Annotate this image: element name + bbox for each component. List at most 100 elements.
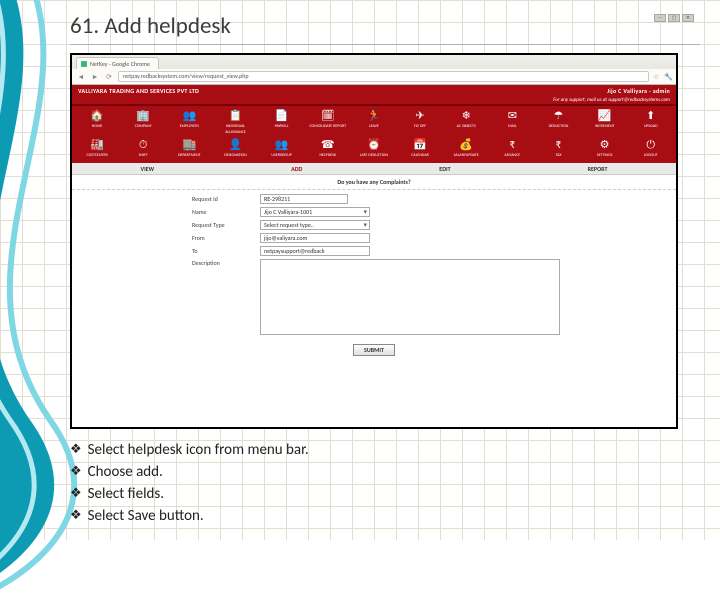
nav-item-individual-allowance[interactable]: 📋INDIVIDUAL ALLOWANCE bbox=[216, 109, 254, 136]
mail-icon: ✉ bbox=[505, 109, 519, 123]
employees-icon: 👥 bbox=[182, 109, 196, 123]
nav-label: UPLOAD bbox=[644, 124, 658, 130]
nav-label: SALARYUPDATE bbox=[454, 153, 479, 159]
submit-button[interactable]: SUBMIT bbox=[353, 344, 395, 356]
forward-icon[interactable]: ► bbox=[90, 71, 100, 81]
label-request-type: Request Type bbox=[192, 221, 248, 229]
url-text: netpay.redbacksystem.com/view/request_vi… bbox=[123, 72, 249, 80]
address-bar[interactable]: netpay.redbacksystem.com/view/request_vi… bbox=[118, 71, 649, 82]
browser-tab-title: NetKey - Google Chrome bbox=[90, 60, 150, 68]
label-from: From bbox=[192, 234, 248, 242]
nav-item-calendar[interactable]: 📅CALENDAR bbox=[401, 138, 439, 159]
nav-item-upload[interactable]: ⬆UPLOAD bbox=[632, 109, 670, 136]
tab-edit[interactable]: EDIT bbox=[409, 165, 480, 173]
costcenter-icon: 🏭 bbox=[90, 138, 104, 152]
nav-label: LEAVE bbox=[369, 124, 379, 130]
nav-item-home[interactable]: 🏠HOME bbox=[78, 109, 116, 136]
nav-label: COMPANY bbox=[135, 124, 152, 130]
nav-label: SHIFT bbox=[139, 153, 148, 159]
nav-item-salaryupdate[interactable]: 💰SALARYUPDATE bbox=[447, 138, 485, 159]
bullet-item: Select fields. bbox=[70, 483, 700, 505]
payroll-icon: 📄 bbox=[275, 109, 289, 123]
favicon-icon bbox=[81, 61, 87, 67]
star-icon[interactable]: ☆ bbox=[653, 72, 661, 80]
reload-icon[interactable]: ⟳ bbox=[104, 71, 114, 81]
tab-report[interactable]: REPORT bbox=[558, 165, 638, 173]
company-name: VALLIYARA TRADING AND SERVICES PVT LTD bbox=[78, 87, 199, 95]
nav-item-usergroup[interactable]: 👥USERGROUP bbox=[263, 138, 301, 159]
form-heading: Do you have any Complaints? bbox=[72, 175, 676, 190]
fly-off-icon: ✈ bbox=[413, 109, 427, 123]
nav-label: DESIGNATION bbox=[224, 153, 247, 159]
deduction-icon: ☂ bbox=[551, 109, 565, 123]
tab-add[interactable]: ADD bbox=[261, 165, 332, 173]
app-screenshot: — ▢ ✕ NetKey - Google Chrome ◄ ► ⟳ netpa… bbox=[70, 53, 678, 429]
helpdesk-icon: ☎ bbox=[321, 138, 335, 152]
bullet-list: Select helpdesk icon from menu bar.Choos… bbox=[70, 439, 700, 527]
nav-item-advance[interactable]: ₹ADVANCE bbox=[493, 138, 531, 159]
wrench-icon[interactable]: 🔧 bbox=[664, 72, 672, 80]
nav-label: INDIVIDUAL ALLOWANCE bbox=[216, 124, 254, 136]
nav-item-logout[interactable]: ⏻LOGOUT bbox=[632, 138, 670, 159]
advance-icon: ₹ bbox=[505, 138, 519, 152]
nav-label: CONSOLIDATE REPORT bbox=[309, 124, 346, 130]
select-name[interactable]: Jijo C Valliyara-1001 bbox=[260, 207, 370, 217]
nav-label: AC OBJECTS bbox=[457, 124, 476, 130]
nav-item-settings[interactable]: ⚙SETTINGS bbox=[586, 138, 624, 159]
usergroup-icon: 👥 bbox=[275, 138, 289, 152]
department-icon: 🏬 bbox=[182, 138, 196, 152]
ac-objects-icon: ❄ bbox=[459, 109, 473, 123]
input-from[interactable]: jijo@valiyara.com bbox=[260, 233, 370, 243]
nav-item-designation[interactable]: 👤DESIGNATION bbox=[216, 138, 254, 159]
tab-view[interactable]: VIEW bbox=[111, 165, 185, 173]
nav-label: COSTCENTER bbox=[86, 153, 107, 159]
nav-item-late-deduction[interactable]: ⏰LATE DEDUCTION bbox=[355, 138, 393, 159]
logout-icon: ⏻ bbox=[644, 138, 658, 152]
upload-icon: ⬆ bbox=[644, 109, 658, 123]
nav-item-department[interactable]: 🏬DEPARTMENT bbox=[170, 138, 208, 159]
nav-item-increment[interactable]: 📈INCREMENT bbox=[586, 109, 624, 136]
nav-label: TAX bbox=[555, 153, 561, 159]
nav-item-shift[interactable]: ⏱SHIFT bbox=[124, 138, 162, 159]
nav-item-mail[interactable]: ✉MAIL bbox=[493, 109, 531, 136]
nav-label: DEDUCTION bbox=[549, 124, 569, 130]
select-request-type[interactable]: Select request type.. bbox=[260, 220, 370, 230]
nav-item-employees[interactable]: 👥EMPLOYEES bbox=[170, 109, 208, 136]
nav-item-fly-off[interactable]: ✈FLY OFF bbox=[401, 109, 439, 136]
sub-tabs: VIEW ADD EDIT REPORT bbox=[72, 163, 676, 175]
nav-label: HOME bbox=[92, 124, 103, 130]
support-line: For any support, mail us at support@redb… bbox=[72, 97, 676, 106]
company-icon: 🏢 bbox=[136, 109, 150, 123]
late-deduction-icon: ⏰ bbox=[367, 138, 381, 152]
nav-label: USERGROUP bbox=[271, 153, 291, 159]
leave-icon: 🏃 bbox=[367, 109, 381, 123]
calendar-icon: 📅 bbox=[413, 138, 427, 152]
input-to[interactable]: netpaysupport@redback bbox=[260, 246, 370, 256]
nav-item-costcenter[interactable]: 🏭COSTCENTER bbox=[78, 138, 116, 159]
nav-label: FLY OFF bbox=[414, 124, 426, 130]
nav-item-leave[interactable]: 🏃LEAVE bbox=[355, 109, 393, 136]
label-request-id: Request Id bbox=[192, 195, 248, 203]
nav-label: ADVANCE bbox=[504, 153, 520, 159]
nav-item-company[interactable]: 🏢COMPANY bbox=[124, 109, 162, 136]
browser-tab[interactable]: NetKey - Google Chrome bbox=[76, 57, 159, 69]
nav-label: LATE DEDUCTION bbox=[360, 153, 388, 159]
bullet-item: Select Save button. bbox=[70, 505, 700, 527]
label-description: Description bbox=[192, 259, 248, 267]
textarea-description[interactable] bbox=[260, 259, 560, 335]
nav-label: CALENDAR bbox=[411, 153, 429, 159]
label-name: Name bbox=[192, 208, 248, 216]
nav-item-payroll[interactable]: 📄PAYROLL bbox=[263, 109, 301, 136]
back-icon[interactable]: ◄ bbox=[76, 71, 86, 81]
main-nav: 🏠HOME 🏢COMPANY 👥EMPLOYEES 📋INDIVIDUAL ALLOW… bbox=[72, 106, 676, 163]
nav-item-tax[interactable]: ₹TAX bbox=[539, 138, 577, 159]
nav-item-consolidate-report[interactable]: 🗓CONSOLIDATE REPORT bbox=[309, 109, 347, 136]
salaryupdate-icon: 💰 bbox=[459, 138, 473, 152]
user-label: Jijo C Valliyara - admin bbox=[607, 87, 670, 95]
bullet-item: Choose add. bbox=[70, 461, 700, 483]
nav-item-ac-objects[interactable]: ❄AC OBJECTS bbox=[447, 109, 485, 136]
nav-label: HELPDESK bbox=[320, 153, 336, 159]
nav-item-helpdesk[interactable]: ☎HELPDESK bbox=[309, 138, 347, 159]
settings-icon: ⚙ bbox=[598, 138, 612, 152]
nav-item-deduction[interactable]: ☂DEDUCTION bbox=[539, 109, 577, 136]
